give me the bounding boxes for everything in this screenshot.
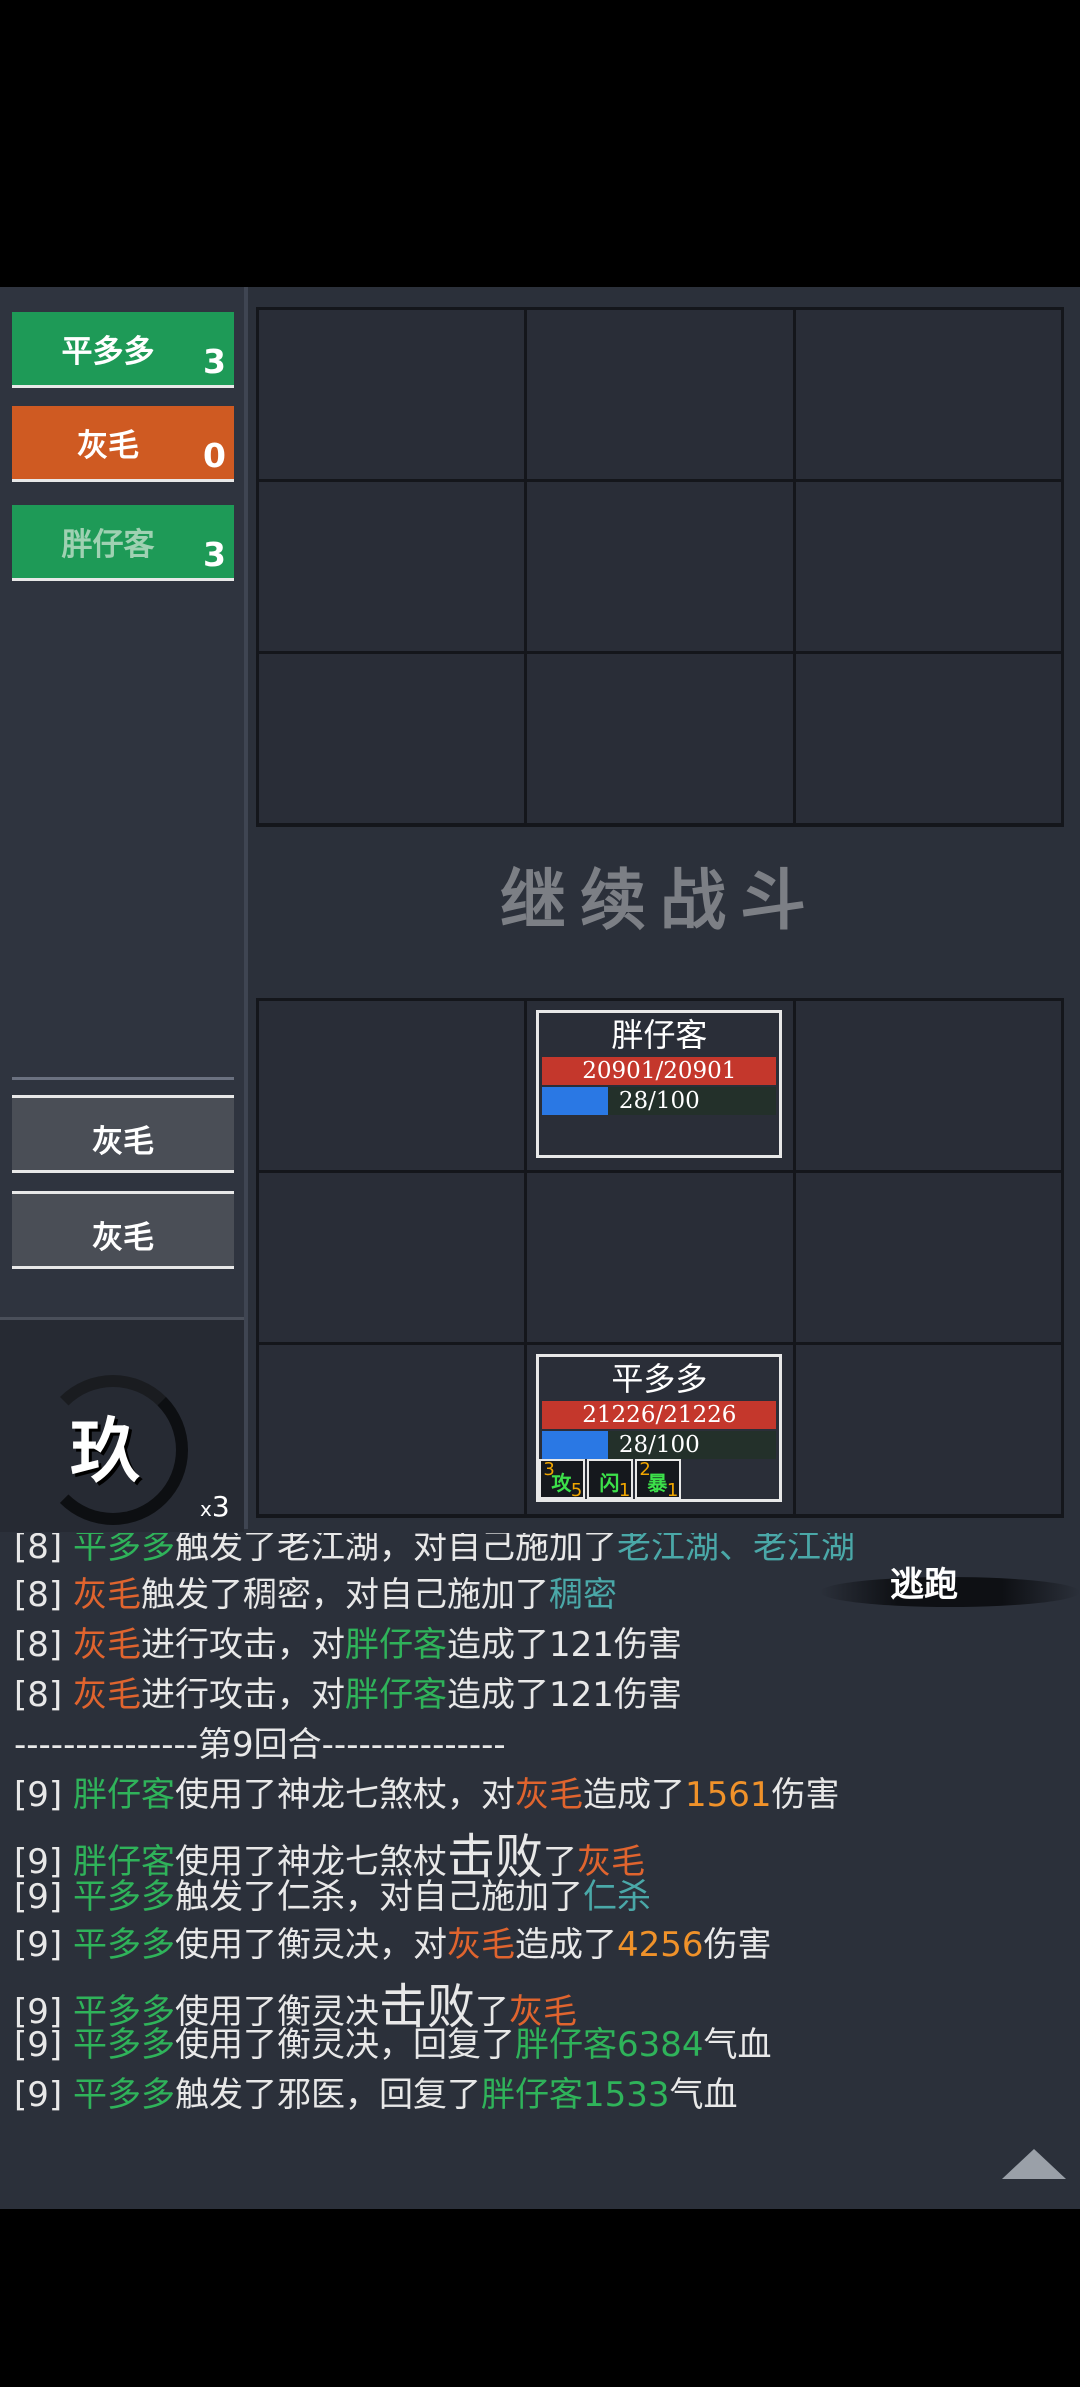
- continue-battle-button[interactable]: 继续战斗: [256, 847, 1064, 943]
- turn-item-count: 0: [203, 436, 226, 475]
- hp-bar: 21226/21226: [542, 1401, 777, 1429]
- log-line: [8] 灰毛进行攻击，对胖仔客造成了121伤害: [14, 1625, 682, 1665]
- buff-list: 3攻5 闪1 2暴1: [539, 1459, 682, 1501]
- log-line: [9] 平多多触发了邪医，回复了胖仔客1533气血: [14, 2075, 738, 2115]
- turn-order-panel: 平多多 3 灰毛 0 胖仔客 3 灰毛 灰毛 玖 x3: [0, 287, 248, 1532]
- grid-cell[interactable]: [795, 482, 1061, 651]
- unit-card-hero[interactable]: 平多多 21226/21226 28/100 3攻5 闪1 2暴1: [536, 1354, 783, 1502]
- log-line: [9] 平多多使用了衡灵决，回复了胖仔客6384气血: [14, 2025, 772, 2065]
- enemy-queue-item[interactable]: 灰毛: [12, 1095, 234, 1173]
- turn-item-ally[interactable]: 胖仔客 3: [12, 505, 234, 581]
- enemy-queue-name: 灰毛: [92, 1124, 154, 1160]
- grid-cell[interactable]: [259, 310, 525, 479]
- grid-cell[interactable]: [795, 1173, 1061, 1342]
- grid-cell[interactable]: [527, 1173, 793, 1342]
- grid-cell[interactable]: [795, 654, 1061, 823]
- hp-bar: 20901/20901: [542, 1057, 777, 1085]
- grid-cell[interactable]: [527, 310, 793, 479]
- enemy-formation-grid: [256, 307, 1064, 827]
- ally-formation-grid: 胖仔客 20901/20901 28/100 平多多 21226/21226 2…: [256, 998, 1064, 1518]
- log-line: ---------------第9回合---------------: [14, 1725, 506, 1765]
- log-line: [9] 平多多使用了衡灵决，对灰毛造成了4256伤害: [14, 1925, 772, 1965]
- grid-cell[interactable]: [259, 654, 525, 823]
- scroll-up-icon[interactable]: [1002, 2149, 1066, 2179]
- battle-screen: 平多多 3 灰毛 0 胖仔客 3 灰毛 灰毛 玖 x3 继续战斗 胖仔客 209…: [0, 287, 1080, 2209]
- grid-cell[interactable]: 胖仔客 20901/20901 28/100: [527, 1001, 793, 1170]
- enemy-queue-item[interactable]: 灰毛: [12, 1191, 234, 1269]
- energy-bar: 28/100: [542, 1431, 777, 1459]
- grid-cell[interactable]: [527, 482, 793, 651]
- turn-item-count: 3: [203, 535, 226, 574]
- unit-card-ally[interactable]: 胖仔客 20901/20901 28/100: [536, 1010, 783, 1158]
- log-line: [8] 灰毛触发了稠密，对自己施加了稠密: [14, 1575, 617, 1615]
- turn-item-hero[interactable]: 平多多 3: [12, 312, 234, 388]
- grid-cell[interactable]: [259, 1173, 525, 1342]
- battle-log[interactable]: [8] 平多多触发了老江湖，对自己施加了老江湖、老江湖 [8] 灰毛触发了稠密，对…: [0, 1533, 1080, 2209]
- buff-attack[interactable]: 3攻5: [539, 1459, 586, 1501]
- speed-multiplier[interactable]: x3: [200, 1490, 230, 1523]
- divider: [12, 1077, 234, 1080]
- enemy-queue-name: 灰毛: [92, 1220, 154, 1256]
- grid-cell[interactable]: [259, 1345, 525, 1514]
- grid-cell[interactable]: [527, 654, 793, 823]
- grid-cell[interactable]: [795, 1001, 1061, 1170]
- flee-button[interactable]: 逃跑: [820, 1553, 1080, 1627]
- round-indicator: 玖 x3: [0, 1317, 244, 1532]
- turn-item-count: 3: [203, 342, 226, 381]
- turn-item-name: 胖仔客: [61, 527, 155, 563]
- unit-name: 平多多: [611, 1360, 708, 1398]
- log-line: [9] 胖仔客使用了神龙七煞杖，对灰毛造成了1561伤害: [14, 1775, 840, 1815]
- grid-cell[interactable]: [259, 1001, 525, 1170]
- grid-cell[interactable]: [259, 482, 525, 651]
- turn-item-name: 平多多: [61, 334, 155, 370]
- log-line: [9] 平多多触发了仁杀，对自己施加了仁杀: [14, 1877, 651, 1917]
- unit-name: 胖仔客: [611, 1016, 708, 1054]
- grid-cell[interactable]: [795, 1345, 1061, 1514]
- turn-item-enemy[interactable]: 灰毛 0: [12, 406, 234, 482]
- turn-item-name: 灰毛: [77, 428, 139, 464]
- buff-dodge[interactable]: 闪1: [587, 1459, 634, 1501]
- log-line: [8] 灰毛进行攻击，对胖仔客造成了121伤害: [14, 1675, 682, 1715]
- log-line: [8] 平多多触发了老江湖，对自己施加了老江湖、老江湖: [14, 1533, 855, 1567]
- energy-bar: 28/100: [542, 1087, 777, 1115]
- round-number: 玖: [70, 1409, 140, 1492]
- buff-crit[interactable]: 2暴1: [635, 1459, 682, 1501]
- grid-cell[interactable]: 平多多 21226/21226 28/100 3攻5 闪1 2暴1: [527, 1345, 793, 1514]
- grid-cell[interactable]: [795, 310, 1061, 479]
